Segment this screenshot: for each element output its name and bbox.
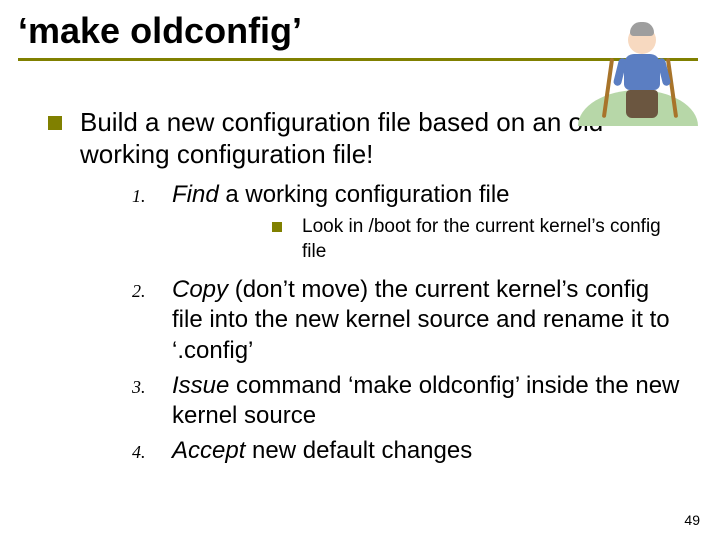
sub-item-row: Look in /boot for the current kernel’s c… [132, 215, 680, 264]
list-item: 2. Copy (don’t move) the current kernel’… [132, 275, 680, 367]
item-lead-word: Copy [172, 276, 228, 303]
item-text: Issue command ‘make oldconfig’ inside th… [172, 371, 680, 432]
item-number: 1. [132, 180, 172, 207]
square-bullet-icon [48, 116, 62, 130]
item-rest: command ‘make oldconfig’ inside the new … [172, 372, 679, 430]
man-figure [618, 26, 666, 118]
item-lead-word: Find [172, 181, 219, 208]
square-bullet-icon [272, 222, 282, 232]
arm-left [613, 57, 628, 86]
item-rest: a working configuration file [219, 181, 510, 208]
item-number: 3. [132, 371, 172, 398]
legs-shape [626, 90, 658, 118]
decorative-image [578, 6, 698, 126]
page-number: 49 [684, 512, 700, 528]
ordered-list: 1. Find a working configuration file Loo… [48, 176, 680, 466]
item-lead-word: Issue [172, 372, 229, 399]
list-item: 3. Issue command ‘make oldconfig’ inside… [132, 371, 680, 432]
item-lead-word: Accept [172, 437, 245, 464]
list-item: 1. Find a working configuration file [132, 180, 680, 211]
item-rest: (don’t move) the current kernel’s config… [172, 276, 670, 364]
sub-item-text: Look in /boot for the current kernel’s c… [302, 215, 680, 264]
item-text: Find a working configuration file [172, 180, 510, 211]
item-rest: new default changes [245, 437, 472, 464]
hair-shape [630, 22, 654, 36]
slide: ‘make oldconfig’ Build a new configurati… [0, 0, 720, 540]
item-number: 4. [132, 436, 172, 463]
head-shape [628, 26, 656, 54]
body-shape [624, 54, 660, 90]
item-text: Accept new default changes [172, 436, 472, 467]
list-item: 4. Accept new default changes [132, 436, 680, 467]
item-number: 2. [132, 275, 172, 302]
item-text: Copy (don’t move) the current kernel’s c… [172, 275, 680, 367]
